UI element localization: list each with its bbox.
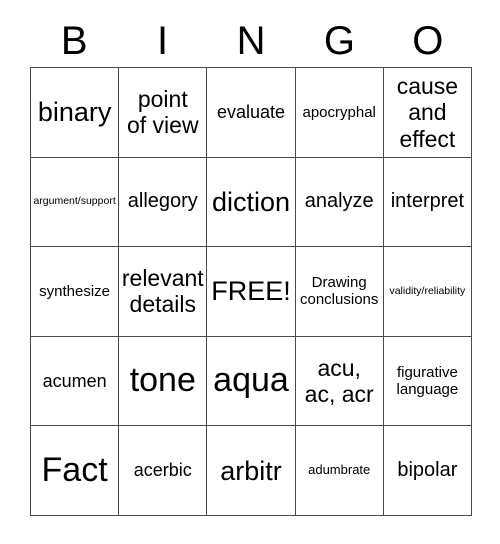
bingo-cell-label: cause and effect <box>396 72 459 152</box>
bingo-cell-label: analyze <box>304 190 374 213</box>
bingo-cell-label: acu, ac, acr <box>304 354 374 408</box>
bingo-cell-label: figurative language <box>396 364 459 399</box>
bingo-cell-label: acerbic <box>133 460 192 481</box>
header-letter-n: N <box>236 19 266 63</box>
bingo-cell[interactable]: apocryphal <box>295 68 384 158</box>
bingo-cell[interactable]: aqua <box>207 336 296 427</box>
bingo-cell-label: binary <box>37 97 112 128</box>
bingo-cell[interactable]: validity/reliability <box>383 247 472 337</box>
bingo-grid: binary point of view evaluate apocryphal caus… <box>30 67 472 516</box>
bingo-cell[interactable]: analyze <box>295 157 384 248</box>
bingo-cell-label: relevant details <box>121 265 204 318</box>
header-letter-o: O <box>412 19 444 63</box>
bingo-cell-label: evaluate <box>216 102 286 123</box>
bingo-cell[interactable]: interpret <box>383 157 472 248</box>
bingo-cell[interactable]: figurative language <box>383 336 472 427</box>
bingo-cell[interactable]: point of view <box>119 68 208 158</box>
bingo-header: B I N G O <box>30 16 472 66</box>
bingo-cell[interactable]: synthesize <box>31 247 120 337</box>
bingo-cell[interactable]: diction <box>207 157 296 248</box>
bingo-cell[interactable]: bipolar <box>383 426 472 516</box>
bingo-cell-label: adumbrate <box>308 462 371 478</box>
bingo-cell-label: interpret <box>390 190 465 213</box>
bingo-cell-label: Drawing conclusions <box>300 274 379 309</box>
header-letter-b: B <box>60 19 88 63</box>
bingo-cell-label: point of view <box>126 85 199 139</box>
bingo-cell-label: aqua <box>213 361 289 400</box>
bingo-cell[interactable]: allegory <box>119 157 208 248</box>
bingo-cell-label: synthesize <box>39 282 111 300</box>
bingo-cell-label: bipolar <box>397 459 458 482</box>
bingo-cell-label: argument/support <box>33 195 116 208</box>
bingo-card: B I N G O binary point of view evaluate apoc… <box>0 0 500 544</box>
bingo-cell[interactable]: Fact <box>31 426 120 516</box>
bingo-cell-label: tone <box>129 361 196 400</box>
bingo-cell[interactable]: acerbic <box>119 426 208 516</box>
bingo-cell-label: acumen <box>42 370 107 391</box>
bingo-cell[interactable]: adumbrate <box>295 426 384 516</box>
bingo-cell-label: arbitr <box>220 455 282 486</box>
header-letter-i: I <box>157 19 169 63</box>
bingo-cell[interactable]: acu, ac, acr <box>295 336 384 427</box>
bingo-cell[interactable]: acumen <box>31 336 120 427</box>
bingo-cell-label: validity/reliability <box>389 284 466 297</box>
bingo-cell-label: Fact <box>41 450 108 489</box>
bingo-cell-label: allegory <box>127 190 198 213</box>
bingo-cell[interactable]: binary <box>31 68 120 158</box>
bingo-cell[interactable]: evaluate <box>207 68 296 158</box>
bingo-cell[interactable]: FREE! <box>207 247 296 337</box>
bingo-cell-label: FREE! <box>211 276 291 307</box>
bingo-cell[interactable]: arbitr <box>207 426 296 516</box>
bingo-cell[interactable]: Drawing conclusions <box>295 247 384 337</box>
bingo-cell[interactable]: cause and effect <box>383 68 472 158</box>
bingo-cell-label: apocryphal <box>302 103 376 121</box>
bingo-cell[interactable]: relevant details <box>119 247 208 337</box>
bingo-cell[interactable]: tone <box>119 336 208 427</box>
bingo-cell-label: diction <box>211 186 291 217</box>
bingo-cell[interactable]: argument/support <box>31 157 120 248</box>
header-letter-g: G <box>323 19 355 63</box>
